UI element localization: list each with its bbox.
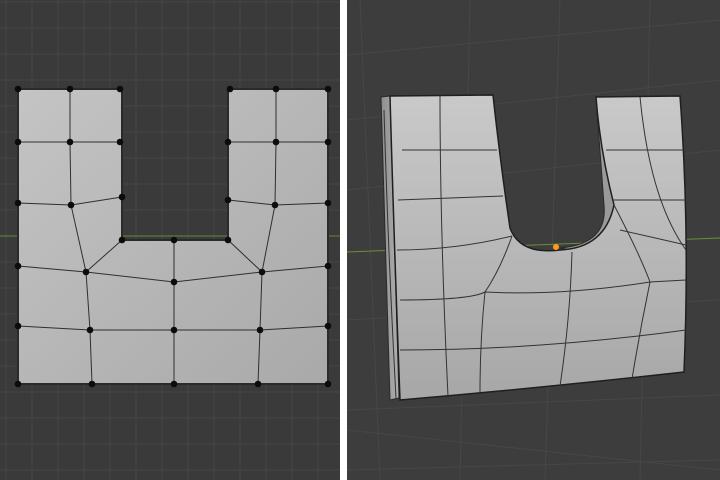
vertex-point[interactable] [224, 196, 232, 204]
vertex-point[interactable] [324, 138, 332, 146]
object-origin-dot [553, 244, 559, 250]
vertex-point[interactable] [224, 138, 232, 146]
vertex-point[interactable] [170, 236, 178, 244]
vertex-point[interactable] [324, 322, 332, 330]
vertex-point[interactable] [14, 262, 22, 270]
vertex-point[interactable] [67, 201, 75, 209]
vertex-point[interactable] [324, 85, 332, 93]
vertex-point[interactable] [82, 268, 90, 276]
vertex-point[interactable] [86, 326, 94, 334]
vertex-point[interactable] [66, 138, 74, 146]
left-3d-viewport-top-view[interactable] [0, 0, 340, 480]
vertex-point[interactable] [324, 199, 332, 207]
vertex-point[interactable] [14, 322, 22, 330]
right-3d-viewport-perspective[interactable] [347, 0, 720, 480]
vertex-point[interactable] [324, 262, 332, 270]
split-screen [0, 0, 720, 480]
vertex-point[interactable] [170, 380, 178, 388]
vertex-point[interactable] [226, 85, 234, 93]
vertex-point[interactable] [116, 138, 124, 146]
vertex-point[interactable] [88, 380, 96, 388]
vertex-point[interactable] [272, 138, 280, 146]
vertex-point[interactable] [14, 199, 22, 207]
vertex-point[interactable] [14, 85, 22, 93]
vertex-point[interactable] [324, 380, 332, 388]
vertex-point[interactable] [254, 380, 262, 388]
viewport-divider [340, 0, 347, 480]
vertex-point[interactable] [118, 193, 126, 201]
vertex-point[interactable] [272, 85, 280, 93]
vertex-point[interactable] [170, 278, 178, 286]
vertex-point[interactable] [14, 380, 22, 388]
vertex-point[interactable] [116, 85, 124, 93]
vertex-point[interactable] [224, 236, 232, 244]
vertex-point[interactable] [256, 326, 264, 334]
vertex-point[interactable] [258, 268, 266, 276]
right-viewport-canvas[interactable] [347, 0, 720, 480]
left-viewport-canvas[interactable] [0, 0, 340, 480]
vertex-point[interactable] [66, 85, 74, 93]
vertex-point[interactable] [14, 138, 22, 146]
vertex-point[interactable] [170, 326, 178, 334]
vertex-point[interactable] [118, 236, 126, 244]
vertex-point[interactable] [271, 201, 279, 209]
